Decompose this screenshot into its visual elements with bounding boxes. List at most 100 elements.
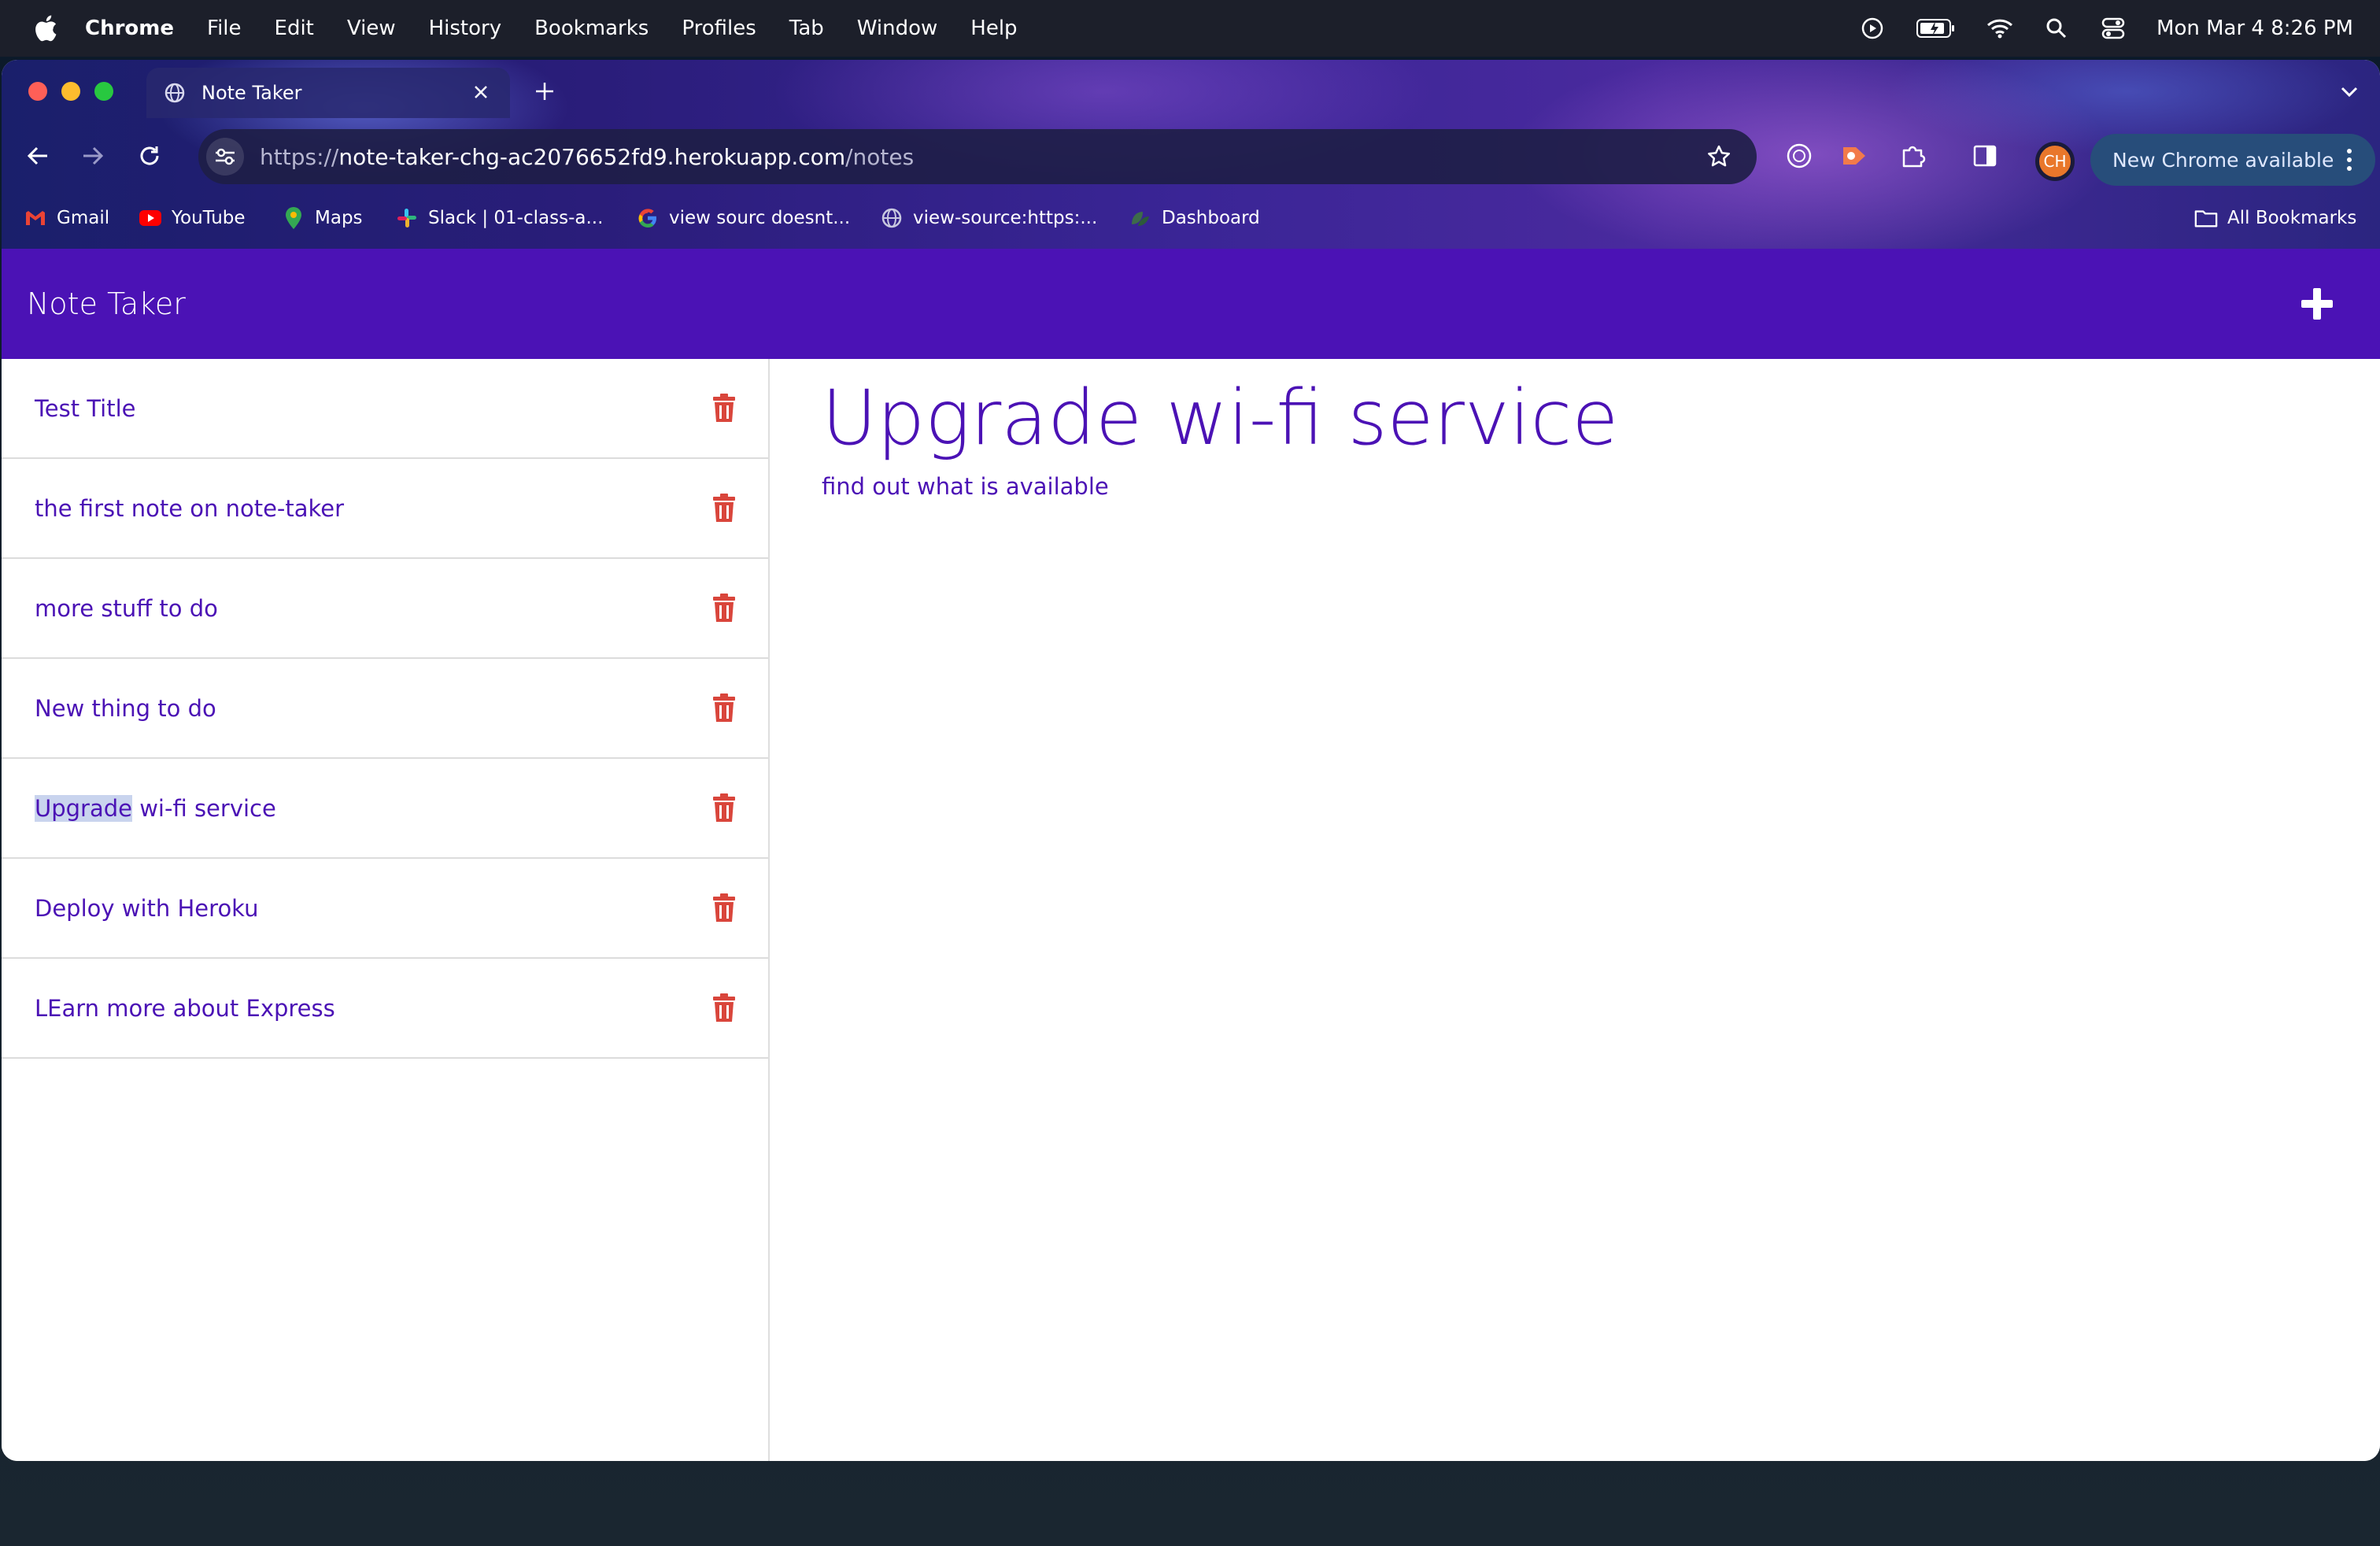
control-center-icon[interactable] bbox=[2100, 15, 2127, 42]
site-info-icon[interactable] bbox=[206, 138, 244, 176]
menu-view[interactable]: View bbox=[347, 17, 396, 40]
battery-icon[interactable] bbox=[1916, 15, 1957, 42]
note-list-item[interactable]: Deploy with Heroku bbox=[2, 859, 768, 959]
delete-trash-icon[interactable] bbox=[708, 490, 740, 525]
bookmark-label: Gmail bbox=[57, 208, 110, 228]
note-title[interactable]: the first note on note-taker bbox=[35, 495, 344, 522]
bookmarks-bar: Gmail YouTube Maps Slack | 01-class-a... bbox=[2, 190, 2380, 249]
delete-trash-icon[interactable] bbox=[708, 590, 740, 625]
back-icon[interactable] bbox=[22, 140, 54, 172]
note-title[interactable]: New thing to do bbox=[35, 695, 216, 722]
bookmark-view-source[interactable]: view-source:https:... bbox=[880, 206, 1097, 230]
app-title[interactable]: Note Taker bbox=[27, 287, 186, 321]
bookmark-maps[interactable]: Maps bbox=[282, 206, 363, 230]
url-scheme: https:// bbox=[260, 143, 339, 170]
url-path: /notes bbox=[845, 143, 915, 170]
new-note-plus-icon[interactable] bbox=[2295, 282, 2339, 326]
gmail-icon bbox=[24, 206, 47, 230]
bookmark-label: view-source:https:... bbox=[913, 208, 1098, 228]
note-title[interactable]: Test Title bbox=[35, 395, 135, 422]
side-panel-icon[interactable] bbox=[1969, 140, 2001, 172]
profile-avatar[interactable]: CH bbox=[2035, 142, 2075, 181]
forward-icon[interactable] bbox=[77, 140, 109, 172]
note-list-item[interactable]: Test Title bbox=[2, 359, 768, 459]
chrome-window: Note Taker https:// note-taker-chg-ac207… bbox=[2, 60, 2380, 1461]
extensions-puzzle-icon[interactable] bbox=[1897, 140, 1928, 172]
browser-toolbar: https://note-taker-chg-ac2076652fd9.hero… bbox=[2, 123, 2380, 190]
bookmark-label: view sourc doesnt... bbox=[669, 208, 851, 228]
note-title[interactable]: Deploy with Heroku bbox=[35, 895, 258, 922]
note-list-item[interactable]: the first note on note-taker bbox=[2, 459, 768, 559]
reload-icon[interactable] bbox=[134, 140, 165, 172]
tab-title: Note Taker bbox=[201, 82, 302, 104]
note-editor: Upgrade wi-fi service find out what is a… bbox=[822, 359, 2349, 500]
browser-theme-background: Note Taker https:// note-taker-chg-ac207… bbox=[2, 60, 2380, 249]
apple-icon[interactable] bbox=[30, 13, 61, 44]
notes-list: Test Title the first note on note-taker … bbox=[2, 359, 770, 1461]
window-controls bbox=[28, 82, 113, 101]
kebab-menu-icon[interactable] bbox=[2338, 147, 2361, 172]
extension-icon[interactable] bbox=[1783, 140, 1815, 172]
delete-trash-icon[interactable] bbox=[708, 790, 740, 825]
slack-icon bbox=[395, 206, 419, 230]
note-title[interactable]: Upgrade wi-fi service bbox=[35, 794, 276, 822]
all-bookmarks-button[interactable]: All Bookmarks bbox=[2194, 206, 2356, 230]
spotlight-search-icon[interactable] bbox=[2043, 15, 2070, 42]
tab-note-taker[interactable]: Note Taker bbox=[146, 68, 510, 118]
bookmark-youtube[interactable]: YouTube bbox=[139, 206, 246, 230]
note-list-item[interactable]: New thing to do bbox=[2, 659, 768, 759]
menu-history[interactable]: History bbox=[429, 17, 502, 40]
note-list-item[interactable]: LEarn more about Express bbox=[2, 959, 768, 1059]
menu-bar-clock[interactable]: Mon Mar 4 8:26 PM bbox=[2156, 17, 2353, 40]
tab-search-chevron-icon[interactable] bbox=[2336, 79, 2363, 105]
delete-trash-icon[interactable] bbox=[708, 690, 740, 725]
delete-trash-icon[interactable] bbox=[708, 990, 740, 1025]
menu-app-chrome[interactable]: Chrome bbox=[85, 17, 174, 40]
app-navbar: Note Taker bbox=[2, 249, 2380, 359]
bookmark-label: Dashboard bbox=[1162, 208, 1260, 228]
bookmark-label: YouTube bbox=[172, 208, 246, 228]
note-list-item-active[interactable]: Upgrade wi-fi service bbox=[2, 759, 768, 859]
menu-profiles[interactable]: Profiles bbox=[682, 17, 756, 40]
new-tab-icon[interactable] bbox=[530, 77, 559, 105]
note-taker-page: Note Taker Test Title the first note on … bbox=[2, 249, 2380, 1461]
globe-icon bbox=[164, 82, 186, 104]
note-title-rest: wi-fi service bbox=[132, 794, 276, 822]
note-title[interactable]: more stuff to do bbox=[35, 595, 218, 622]
url-host: note-taker-chg-ac2076652fd9.herokuapp.co… bbox=[338, 143, 846, 170]
bookmark-star-icon[interactable] bbox=[1705, 142, 1733, 171]
bookmark-google-view-source[interactable]: view sourc doesnt... bbox=[636, 206, 850, 230]
dashboard-leaf-icon bbox=[1129, 206, 1152, 230]
new-chrome-available-button[interactable]: New Chrome available bbox=[2090, 134, 2375, 186]
maps-pin-icon bbox=[282, 206, 305, 230]
wifi-icon[interactable] bbox=[1986, 15, 2013, 42]
bookmark-dashboard[interactable]: Dashboard bbox=[1129, 206, 1260, 230]
delete-trash-icon[interactable] bbox=[708, 890, 740, 925]
bookmark-gmail[interactable]: Gmail bbox=[24, 206, 109, 230]
now-playing-icon[interactable] bbox=[1859, 15, 1886, 42]
screencast-extension-icon[interactable] bbox=[1839, 140, 1870, 172]
close-window-button[interactable] bbox=[28, 82, 47, 101]
note-title[interactable]: LEarn more about Express bbox=[35, 995, 335, 1022]
all-bookmarks-label: All Bookmarks bbox=[2227, 208, 2357, 228]
bookmark-slack[interactable]: Slack | 01-class-a... bbox=[395, 206, 603, 230]
note-title-input[interactable]: Upgrade wi-fi service bbox=[822, 373, 2349, 464]
globe-icon bbox=[880, 206, 904, 230]
folder-icon bbox=[2194, 206, 2218, 230]
delete-trash-icon[interactable] bbox=[708, 390, 740, 425]
macos-menu-bar: Chrome File Edit View History Bookmarks … bbox=[0, 0, 2380, 57]
menu-help[interactable]: Help bbox=[970, 17, 1017, 40]
zoom-window-button[interactable] bbox=[94, 82, 113, 101]
menu-window[interactable]: Window bbox=[857, 17, 938, 40]
selected-text: Upgrade bbox=[35, 794, 132, 822]
minimize-window-button[interactable] bbox=[61, 82, 80, 101]
note-text-area[interactable]: find out what is available bbox=[822, 473, 2349, 500]
menu-bookmarks[interactable]: Bookmarks bbox=[534, 17, 649, 40]
address-bar[interactable]: https://note-taker-chg-ac2076652fd9.hero… bbox=[198, 129, 1757, 184]
menu-file[interactable]: File bbox=[207, 17, 242, 40]
menu-edit[interactable]: Edit bbox=[275, 17, 314, 40]
menu-tab[interactable]: Tab bbox=[789, 17, 824, 40]
close-tab-icon[interactable] bbox=[469, 80, 493, 104]
note-list-item[interactable]: more stuff to do bbox=[2, 559, 768, 659]
google-icon bbox=[636, 206, 660, 230]
